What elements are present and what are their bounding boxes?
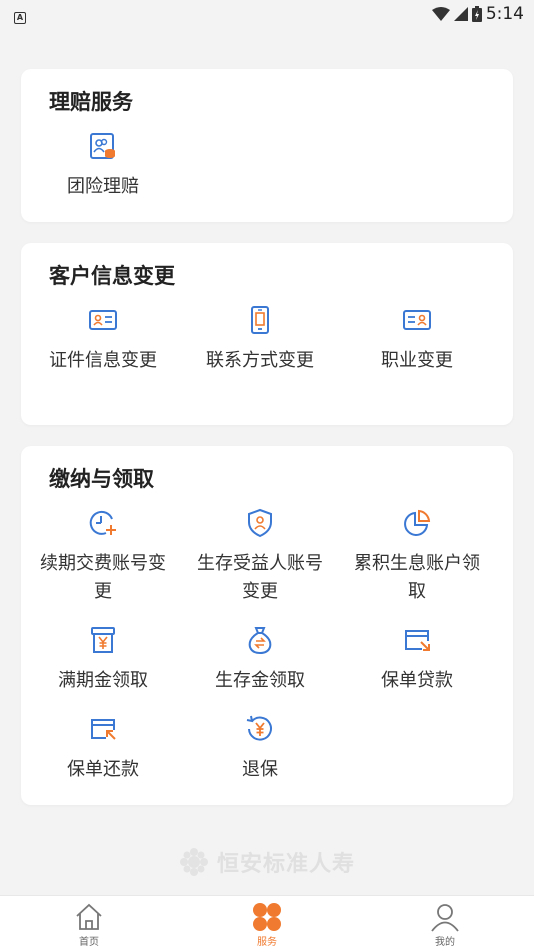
survival-beneficiary-change-item[interactable]: 生存受益人账号变更 <box>178 508 342 606</box>
tab-mine-label: 我的 <box>435 937 455 948</box>
notification-badge-icon: A <box>14 11 26 24</box>
brand-watermark: 恒安标准人寿 <box>0 846 534 878</box>
brand-logo-icon <box>179 848 208 876</box>
shield-user-icon <box>248 508 272 538</box>
surrender-item[interactable]: 退保 <box>178 714 342 784</box>
group-claim-icon <box>90 133 115 159</box>
customer-info-title: 客户信息变更 <box>49 264 175 288</box>
payment-collection-card: 缴纳与领取 续期交费账号变更 生存受益人账号变更 累积生息账户领取 满期金领取 … <box>21 446 513 805</box>
wifi-icon <box>431 7 450 21</box>
group-claim-label: 团险理赔 <box>67 176 139 197</box>
user-icon <box>431 904 459 932</box>
home-icon <box>76 903 102 930</box>
claims-service-title: 理赔服务 <box>49 90 133 114</box>
group-claim-item[interactable]: 团险理赔 <box>21 131 185 201</box>
profession-change-label: 职业变更 <box>381 350 453 371</box>
tab-service-label: 服务 <box>257 937 277 948</box>
policy-loan-label: 保单贷款 <box>381 670 453 691</box>
tab-service[interactable]: 服务 <box>227 902 307 948</box>
yen-refund-icon <box>246 715 272 741</box>
id-card-icon <box>89 310 117 330</box>
surrender-label: 退保 <box>242 759 278 780</box>
profession-change-item[interactable]: 职业变更 <box>335 305 499 375</box>
phone-icon <box>251 306 269 334</box>
renewal-account-change-label: 续期交费账号变更 <box>40 553 166 602</box>
survival-fund-collection-item[interactable]: 生存金领取 <box>178 625 342 695</box>
accumulated-interest-item[interactable]: 累积生息账户领取 <box>335 508 499 606</box>
maturity-collection-label: 满期金领取 <box>58 670 148 691</box>
cell-signal-icon <box>453 7 468 21</box>
policy-repayment-label: 保单还款 <box>67 759 139 780</box>
id-info-change-item[interactable]: 证件信息变更 <box>21 305 185 375</box>
payment-collection-title: 缴纳与领取 <box>49 467 154 491</box>
service-grid-icon <box>253 903 281 931</box>
tab-home-label: 首页 <box>79 937 99 948</box>
clock-text: 5:14 <box>485 4 524 24</box>
contact-change-item[interactable]: 联系方式变更 <box>178 305 342 375</box>
card-arrow-out-icon <box>405 630 430 651</box>
pie-chart-icon <box>404 509 431 536</box>
tab-home[interactable]: 首页 <box>49 902 129 948</box>
clock-plus-icon <box>89 510 116 535</box>
survival-beneficiary-change-label: 生存受益人账号变更 <box>197 553 323 602</box>
status-bar: A 5:14 <box>0 0 534 28</box>
maturity-collection-item[interactable]: 满期金领取 <box>21 625 185 695</box>
survival-fund-collection-label: 生存金领取 <box>215 670 305 691</box>
accumulated-interest-label: 累积生息账户领取 <box>354 553 480 602</box>
policy-loan-item[interactable]: 保单贷款 <box>335 625 499 695</box>
battery-icon <box>471 6 482 22</box>
bottom-tab-bar: 首页 服务 我的 <box>0 895 534 950</box>
contact-change-label: 联系方式变更 <box>206 350 314 371</box>
brand-watermark-text: 恒安标准人寿 <box>216 852 355 877</box>
claims-service-card: 理赔服务 团险理赔 <box>21 69 513 222</box>
tab-mine[interactable]: 我的 <box>405 902 485 948</box>
yen-box-icon <box>91 627 115 653</box>
money-bag-icon <box>248 627 272 655</box>
renewal-account-change-item[interactable]: 续期交费账号变更 <box>21 508 185 606</box>
profession-card-icon <box>403 310 431 330</box>
id-info-change-label: 证件信息变更 <box>49 350 157 371</box>
card-arrow-in-icon <box>91 719 116 740</box>
customer-info-card: 客户信息变更 证件信息变更 联系方式变更 职业变更 <box>21 243 513 425</box>
policy-repayment-item[interactable]: 保单还款 <box>21 714 185 784</box>
